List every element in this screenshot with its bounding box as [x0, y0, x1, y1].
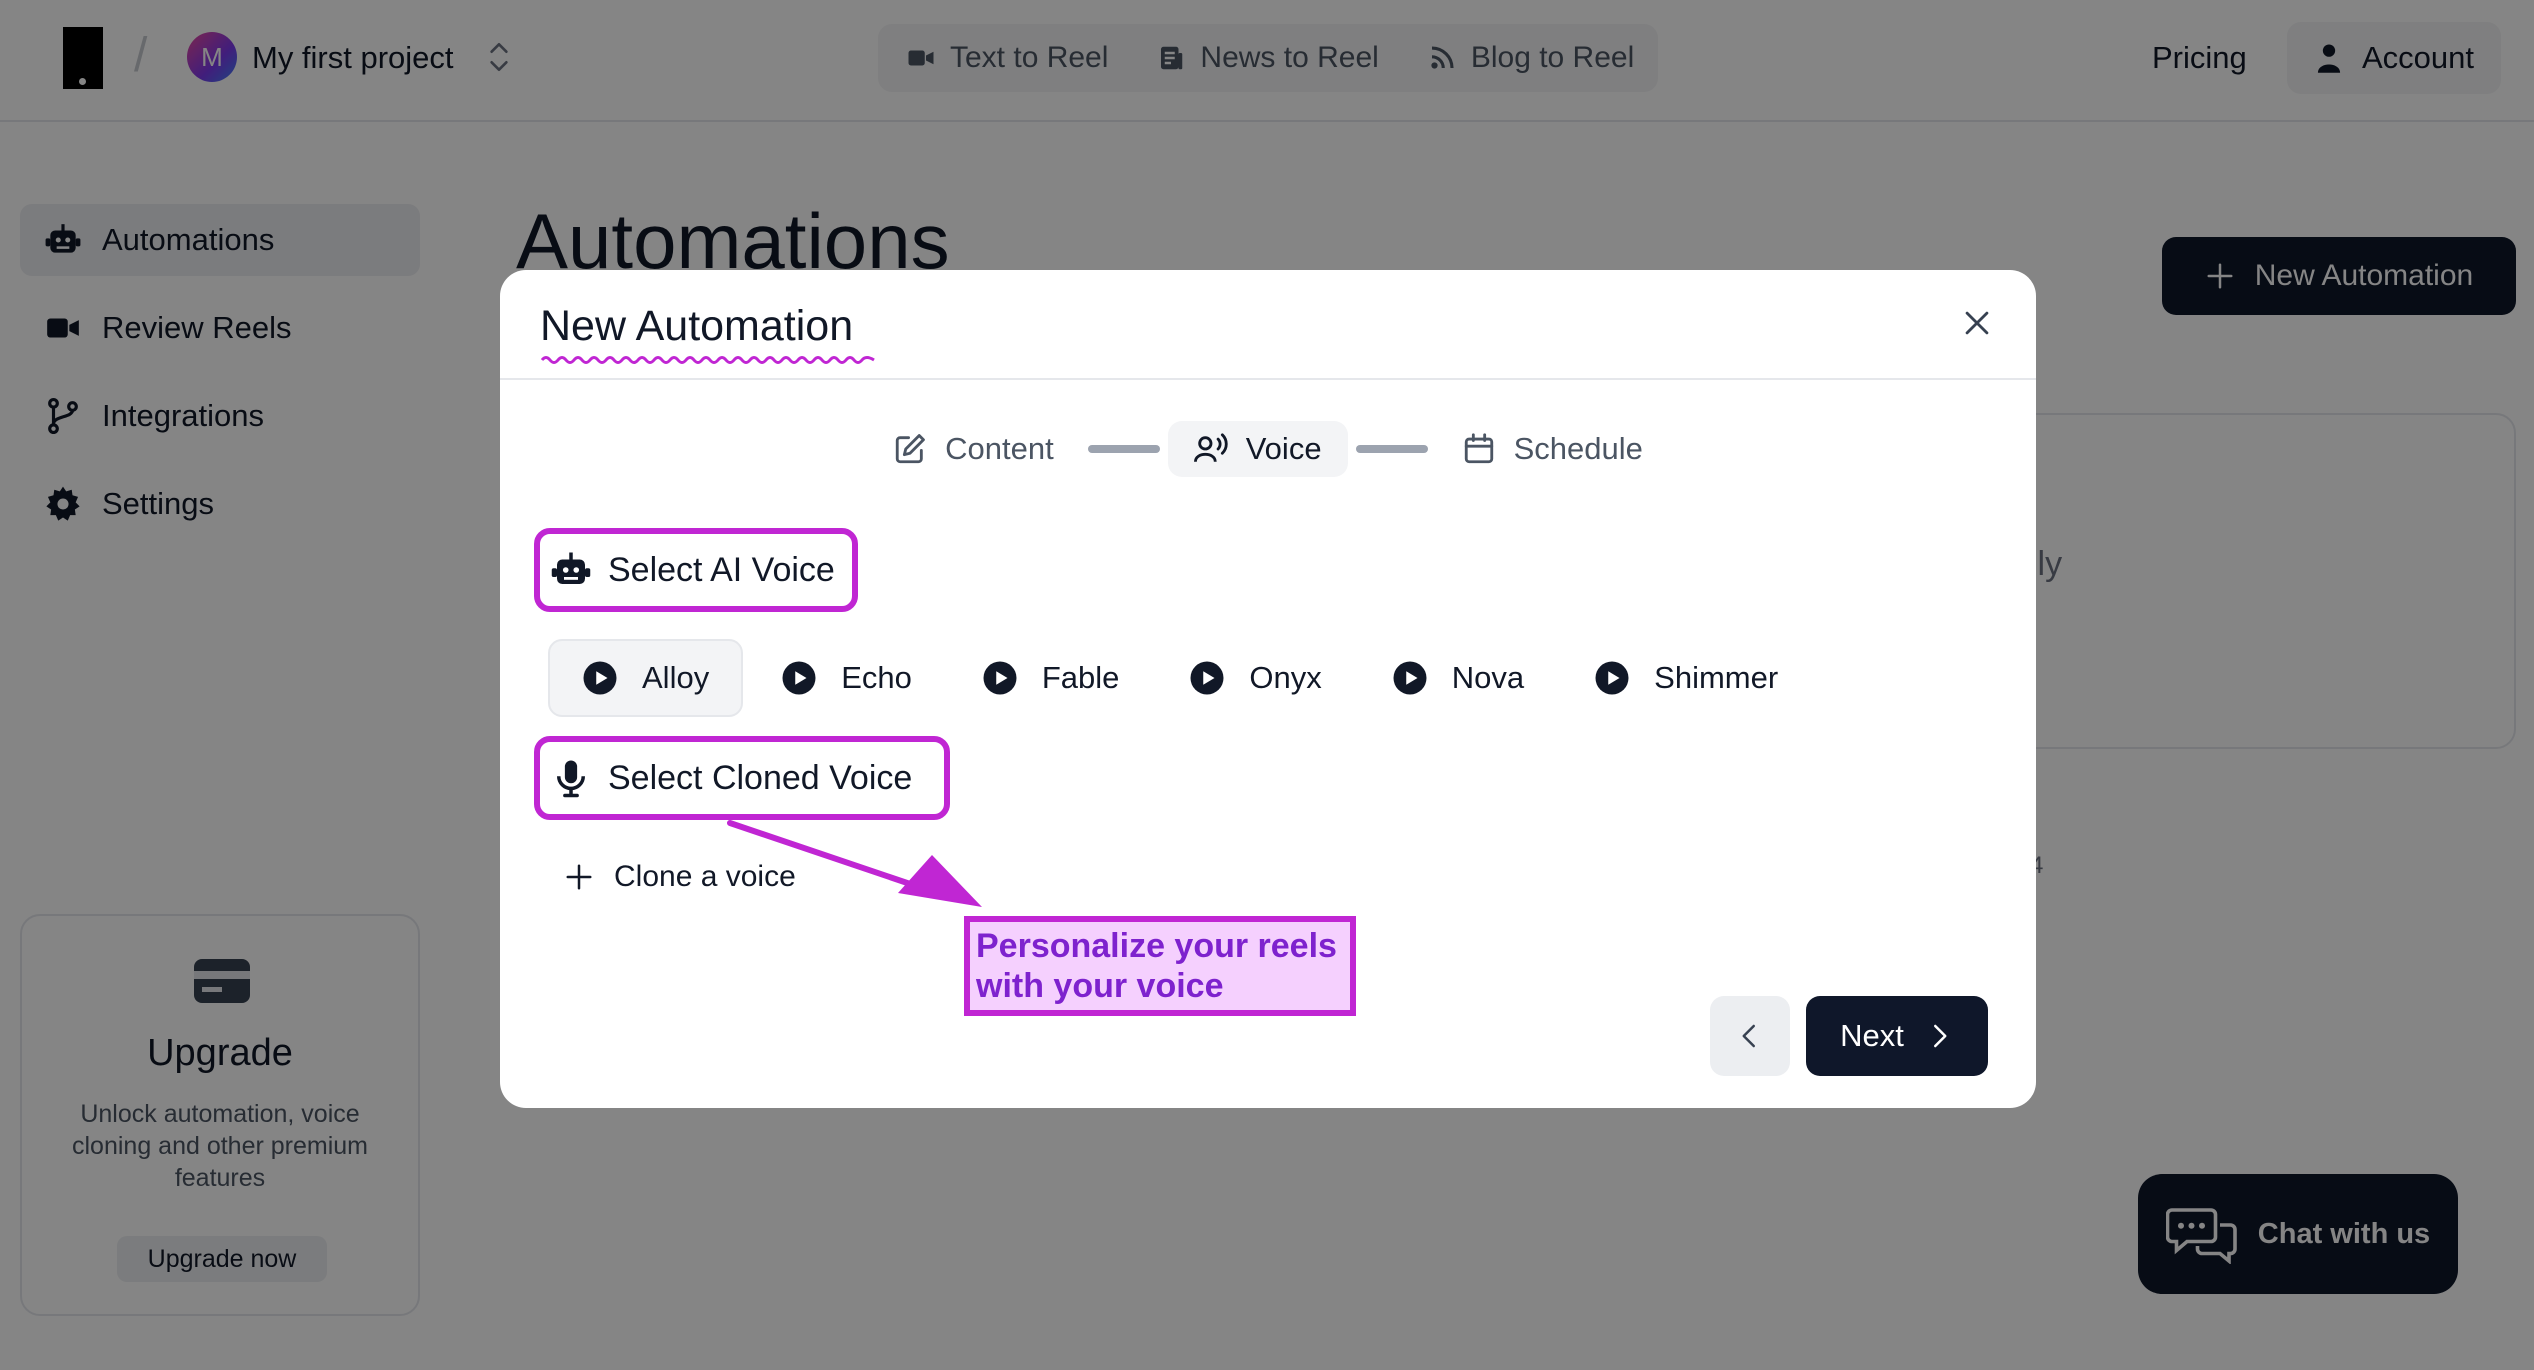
- wizard-steps: Content Voice Schedule: [500, 420, 2036, 478]
- close-icon[interactable]: [1960, 306, 1994, 340]
- step-connector: [1087, 445, 1160, 453]
- section-heading-label: Select Cloned Voice: [608, 758, 913, 797]
- voice-name: Echo: [841, 660, 912, 695]
- step-label: Voice: [1245, 431, 1322, 466]
- voice-name: Shimmer: [1654, 660, 1779, 695]
- step-label: Schedule: [1513, 431, 1643, 466]
- voice-name: Alloy: [642, 660, 710, 695]
- new-automation-modal: New Automation Content Voice Schedule Se…: [500, 270, 2036, 1108]
- voice-name: Fable: [1041, 660, 1120, 695]
- voice-option-shimmer[interactable]: Shimmer: [1562, 639, 1810, 717]
- chevron-left-icon: [1742, 1024, 1755, 1048]
- voice-option-nova[interactable]: Nova: [1360, 639, 1556, 717]
- ai-voice-list: Alloy Echo Fable Onyx Nova Shimmer: [548, 638, 1816, 718]
- previous-button[interactable]: [1710, 996, 1790, 1076]
- voice-option-echo[interactable]: Echo: [749, 639, 944, 717]
- select-ai-voice-heading: Select AI Voice: [534, 528, 858, 612]
- play-circle-icon: [1595, 661, 1629, 695]
- modal-title: New Automation: [540, 302, 854, 350]
- play-circle-icon: [1393, 661, 1427, 695]
- next-button[interactable]: Next: [1806, 996, 1988, 1076]
- play-circle-icon: [1190, 661, 1224, 695]
- chevron-right-icon: [1933, 1024, 1947, 1048]
- pencil-square-icon: [895, 434, 926, 464]
- plus-icon: [566, 864, 592, 890]
- annotation-callout: Personalize your reels with your voice: [964, 916, 1356, 1016]
- voice-icon: [1193, 433, 1228, 463]
- play-circle-icon: [983, 661, 1017, 695]
- play-circle-icon: [583, 661, 617, 695]
- step-schedule[interactable]: Schedule: [1436, 421, 1669, 477]
- voice-name: Onyx: [1249, 660, 1322, 695]
- section-heading-label: Select AI Voice: [608, 550, 835, 589]
- bot-icon: [551, 552, 591, 584]
- annotation-arrow: [727, 820, 982, 907]
- voice-option-onyx[interactable]: Onyx: [1157, 639, 1353, 717]
- select-cloned-voice-heading: Select Cloned Voice: [534, 736, 950, 820]
- step-label: Content: [945, 431, 1054, 466]
- title-highlight-squiggle: [540, 356, 875, 364]
- play-circle-icon: [782, 661, 816, 695]
- step-voice[interactable]: Voice: [1167, 421, 1348, 477]
- microphone-icon: [557, 760, 585, 798]
- modal-header: New Automation: [500, 270, 2036, 380]
- step-connector: [1355, 445, 1428, 453]
- next-label: Next: [1840, 1018, 1904, 1053]
- step-content[interactable]: Content: [867, 421, 1080, 477]
- voice-name: Nova: [1451, 660, 1525, 695]
- calendar-icon: [1464, 433, 1493, 464]
- voice-option-alloy[interactable]: Alloy: [548, 639, 744, 717]
- voice-option-fable[interactable]: Fable: [950, 639, 1152, 717]
